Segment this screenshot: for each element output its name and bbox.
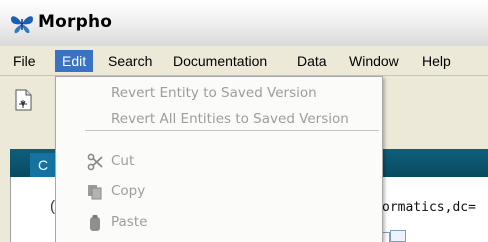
menu-revert-all-entities[interactable]: Revert All Entities to Saved Version	[56, 109, 382, 131]
title-bar: Morpho	[0, 0, 488, 46]
new-document-icon[interactable]	[13, 87, 35, 113]
menu-paste-label: Paste	[111, 214, 148, 230]
menu-data[interactable]: Data	[290, 50, 334, 72]
panel-spinner[interactable]	[390, 230, 406, 242]
window-title: Morpho	[38, 12, 113, 32]
paste-icon	[90, 215, 100, 231]
menu-documentation[interactable]: Documentation	[166, 50, 274, 72]
menu-copy-label: Copy	[111, 183, 146, 199]
menu-revert-entity-label: Revert Entity to Saved Version	[111, 85, 317, 101]
menu-paste[interactable]: Paste	[56, 212, 382, 234]
menu-window[interactable]: Window	[342, 50, 406, 72]
edit-menu-dropdown: Revert Entity to Saved Version Revert Al…	[55, 76, 383, 242]
copy-icon	[88, 185, 102, 200]
menu-revert-all-entities-label: Revert All Entities to Saved Version	[111, 111, 349, 127]
butterfly-logo-icon	[11, 16, 33, 34]
menu-separator	[85, 130, 379, 131]
menu-copy[interactable]: Copy	[56, 181, 382, 203]
menu-cut[interactable]: Cut	[56, 151, 382, 173]
menu-help[interactable]: Help	[415, 50, 458, 72]
menu-edit[interactable]: Edit	[55, 50, 94, 72]
scissors-icon	[87, 153, 103, 171]
menu-bar: File Edit Search Documentation Data Wind…	[0, 46, 488, 76]
menu-file[interactable]: File	[6, 50, 43, 72]
menu-search[interactable]: Search	[101, 50, 159, 72]
menu-cut-label: Cut	[111, 153, 135, 169]
panel-dn-text: ormatics,dc=	[382, 200, 476, 215]
editor-tab[interactable]: C	[30, 153, 56, 177]
menu-revert-entity[interactable]: Revert Entity to Saved Version	[56, 83, 382, 105]
